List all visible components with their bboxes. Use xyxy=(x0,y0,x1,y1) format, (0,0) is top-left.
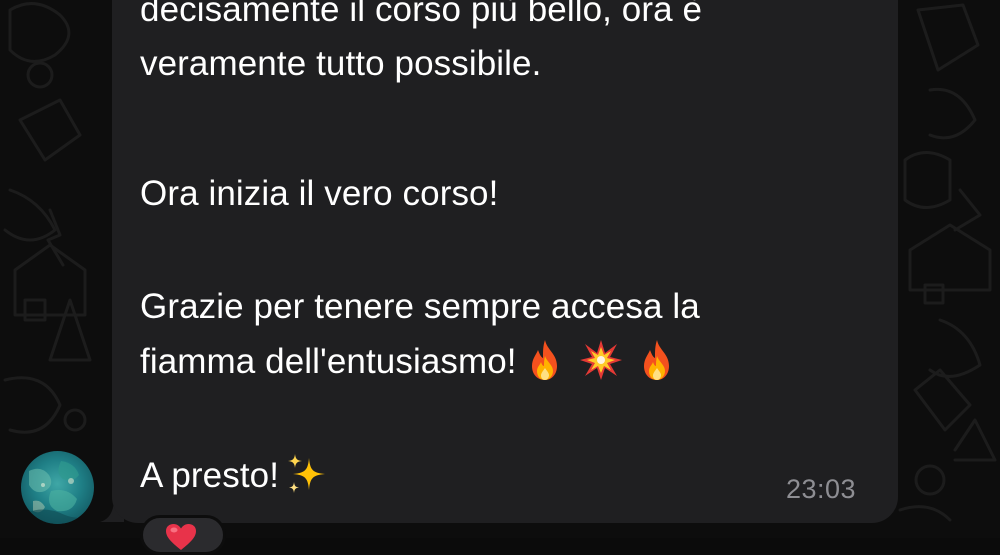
message-line: decisamente il corso più bello, ora è xyxy=(140,0,703,29)
fire-emoji-icon xyxy=(531,339,557,380)
fire-emoji-icon xyxy=(643,339,669,380)
message-line-with-emoji: A presto! xyxy=(140,448,329,503)
message-line: Grazie per tenere sempre accesa la xyxy=(140,287,700,326)
message-line-with-emojis: fiamma dell'entusiasmo! xyxy=(140,334,679,389)
message-line: veramente tutto possibile. xyxy=(140,44,542,83)
avatar-image xyxy=(21,451,94,524)
collision-emoji-icon xyxy=(579,339,622,380)
message-line: A presto! xyxy=(140,456,280,495)
sender-avatar[interactable] xyxy=(21,451,94,524)
message-line: fiamma dell'entusiasmo! xyxy=(140,342,517,381)
reaction-badge[interactable] xyxy=(140,515,226,555)
message-line: Ora inizia il vero corso! xyxy=(140,174,499,213)
red-heart-emoji-icon xyxy=(166,524,196,550)
sparkles-emoji-icon xyxy=(288,453,326,493)
message-timestamp: 23:03 xyxy=(786,474,857,504)
